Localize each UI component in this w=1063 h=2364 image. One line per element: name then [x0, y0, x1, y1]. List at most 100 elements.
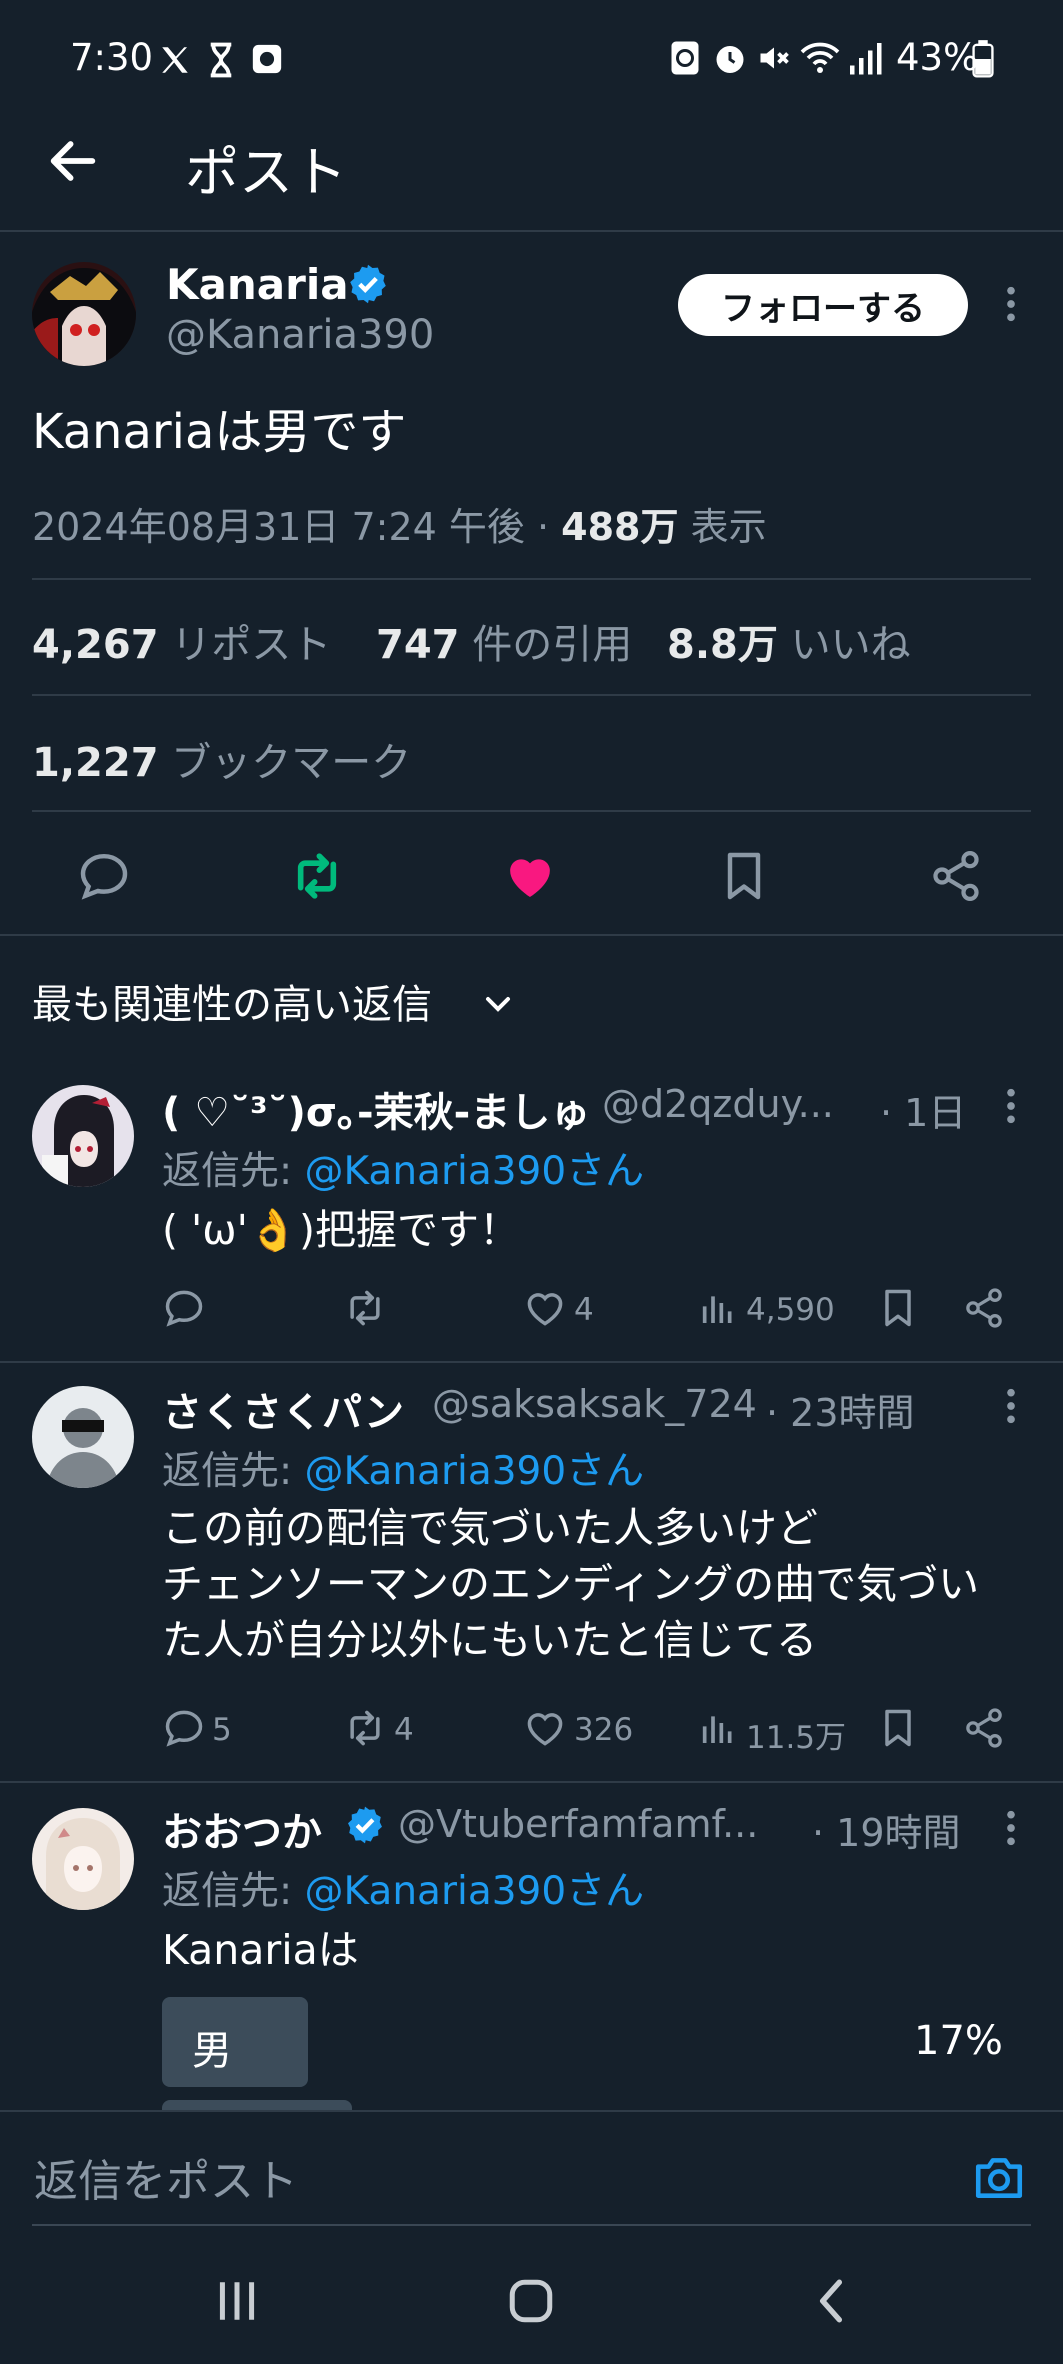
reply-text-line: この前の配信で気づいた人多いけど [162, 1504, 818, 1552]
wifi-icon [800, 42, 840, 73]
camera-icon[interactable] [972, 2152, 1026, 2202]
divider [32, 810, 1031, 812]
divider [32, 578, 1031, 580]
views-icon[interactable] [698, 1706, 738, 1750]
divider [0, 934, 1063, 936]
author-name[interactable]: Kanaria [166, 260, 349, 309]
like-count: 4 [574, 1292, 594, 1328]
reply-author-name[interactable]: ( ♡˘³˘)σ｡-茉秋-ましゅ [162, 1080, 590, 1138]
chevron-down-icon[interactable] [478, 984, 518, 1024]
views-icon[interactable] [698, 1286, 738, 1330]
poll-option-label: 男 [192, 2028, 232, 2074]
like-icon[interactable] [502, 848, 558, 904]
avatar[interactable] [32, 1386, 134, 1488]
likes-count: 8.8万 [667, 622, 778, 668]
reply-prefix: 返信先: [162, 1149, 293, 1194]
like-icon[interactable] [523, 1286, 567, 1330]
avatar[interactable] [32, 1808, 134, 1910]
share-icon[interactable] [962, 1286, 1006, 1330]
reposts-label: リポスト [171, 622, 332, 668]
back-icon[interactable] [808, 2276, 854, 2326]
reply-time: · 23時間 [766, 1391, 915, 1435]
reply-author-handle[interactable]: @d2qzduy... [602, 1082, 834, 1126]
reply-author-name[interactable]: さくさくパン [162, 1380, 404, 1438]
bookmark-icon[interactable] [876, 1284, 920, 1332]
reply-text: ( 'ω'👌)把握です！ [162, 1206, 520, 1254]
post-text: Kanariaは男です [32, 404, 407, 460]
sort-dropdown[interactable]: 最も関連性の高い返信 [32, 972, 432, 1030]
repost-icon[interactable] [342, 1286, 388, 1330]
reply-prefix: 返信先: [162, 1449, 293, 1494]
back-arrow-icon[interactable] [44, 132, 102, 190]
views-count: 11.5万 [746, 1720, 847, 1756]
reply-to-link[interactable]: @Kanaria390さん [305, 1449, 645, 1494]
more-options-icon[interactable] [998, 1386, 1024, 1426]
author-handle[interactable]: @Kanaria390 [166, 312, 434, 358]
reply-icon[interactable] [162, 1706, 206, 1750]
replying-to: 返信先: @Kanaria390さん [162, 1860, 644, 1916]
views-count: 4,590 [746, 1292, 835, 1328]
reply-to-link[interactable]: @Kanaria390さん [305, 1149, 645, 1194]
mute-icon [760, 47, 789, 69]
bookmarks-count: 1,227 [32, 740, 159, 786]
reply-author-handle[interactable]: @Vtuberfamfamf... [398, 1802, 758, 1846]
views-count: 488万 [561, 505, 679, 549]
status-bar: 7:30 43% [0, 0, 1063, 118]
engagement-stats: 4,267 リポスト [32, 612, 331, 670]
sort-label: 最も関連性の高い返信 [32, 982, 432, 1028]
poll-option-bar [162, 1997, 308, 2087]
meta-separator: · [524, 505, 562, 549]
quotes-label: 件の引用 [472, 622, 633, 668]
verified-badge-icon [348, 1806, 382, 1844]
repost-icon[interactable] [342, 1706, 388, 1750]
reply-author-handle[interactable]: @saksaksak_724 [432, 1382, 757, 1426]
divider [32, 694, 1031, 696]
repost-icon[interactable] [288, 848, 346, 904]
reply-text-line: た人が自分以外にもいたと信じてる [162, 1616, 818, 1664]
reply-compose-input[interactable] [32, 2150, 936, 2212]
page-title: ポスト [185, 141, 347, 204]
likes-label: いいね [790, 622, 911, 668]
alarm-icon [716, 46, 744, 73]
reposts-stat[interactable]: 4,267 リポスト [32, 622, 331, 668]
battery-percent: 43% [896, 36, 979, 79]
bookmarks-stat[interactable]: 1,227 ブックマーク [32, 730, 411, 788]
more-options-icon[interactable] [998, 1808, 1024, 1848]
like-icon[interactable] [523, 1706, 567, 1750]
verified-badge-icon [350, 264, 386, 304]
reply-author-name[interactable]: おおつか [162, 1800, 322, 1858]
more-options-icon[interactable] [998, 1086, 1024, 1126]
bookmarks-label: ブックマーク [171, 740, 412, 786]
reply-icon[interactable] [76, 848, 132, 904]
quotes-count: 747 [376, 622, 460, 668]
recent-apps-icon[interactable] [212, 2278, 262, 2324]
signal-icon [850, 43, 882, 75]
reply-to-link[interactable]: @Kanaria390さん [305, 1869, 645, 1914]
follow-button[interactable]: フォローする [678, 274, 968, 336]
reply-icon[interactable] [162, 1286, 206, 1330]
likes-stat[interactable]: 8.8万 いいね [667, 612, 911, 670]
avatar[interactable] [32, 1085, 134, 1187]
bookmark-icon[interactable] [716, 846, 772, 906]
bookmark-icon[interactable] [876, 1704, 920, 1752]
reply-prefix: 返信先: [162, 1869, 293, 1914]
divider [0, 1361, 1063, 1363]
quotes-stat[interactable]: 747 件の引用 [376, 612, 632, 670]
home-icon[interactable] [506, 2276, 556, 2326]
like-count: 326 [574, 1712, 634, 1748]
post-meta: 2024年08月31日 7:24 午後 · 488万 表示 [32, 496, 767, 551]
more-options-icon[interactable] [996, 284, 1026, 324]
compose-underline [32, 2224, 1031, 2226]
repost-count: 4 [394, 1712, 414, 1748]
battery-icon [972, 40, 994, 78]
replying-to: 返信先: @Kanaria390さん [162, 1440, 644, 1496]
share-icon[interactable] [962, 1706, 1006, 1750]
sync-icon [671, 41, 699, 75]
hourglass-icon [210, 42, 232, 78]
replying-to: 返信先: @Kanaria390さん [162, 1140, 644, 1196]
divider [0, 2110, 1063, 2112]
avatar[interactable] [32, 262, 136, 366]
views-label: 表示 [690, 505, 767, 549]
share-icon[interactable] [928, 848, 984, 904]
status-time: 7:30 [70, 36, 154, 79]
